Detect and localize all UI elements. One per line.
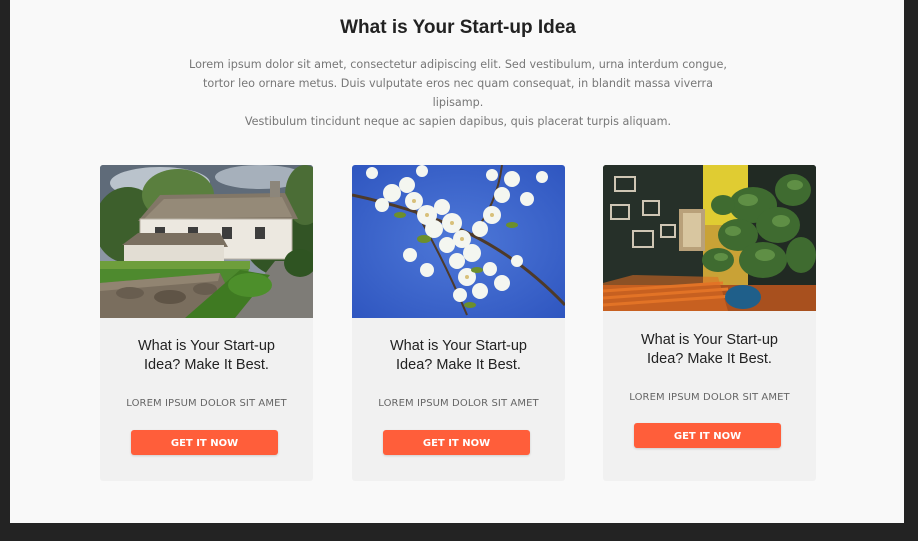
get-it-now-button[interactable]: GET IT NOW <box>131 430 278 455</box>
card-heading-line: Idea? Make It Best. <box>396 357 521 373</box>
intro-line: tortor leo ornare metus. Duis vulputate … <box>202 77 714 109</box>
card-heading: What is Your Start-up Idea? Make It Best… <box>352 337 565 375</box>
card-heading-line: Idea? Make It Best. <box>144 357 269 373</box>
room-plant-photo <box>603 165 816 311</box>
card-heading-line: What is Your Start-up <box>137 338 275 354</box>
card-heading: What is Your Start-up Idea? Make It Best… <box>100 337 313 375</box>
idea-card: What is Your Start-up Idea? Make It Best… <box>352 165 565 481</box>
card-subtitle: LOREM IPSUM DOLOR SIT AMET <box>126 398 287 409</box>
get-it-now-button[interactable]: GET IT NOW <box>634 423 781 448</box>
card-heading-line: Idea? Make It Best. <box>647 351 772 367</box>
section-title: What is Your Start-up Idea <box>340 17 576 38</box>
idea-card: What is Your Start-up Idea? Make It Best… <box>603 165 816 481</box>
stone-cottage-photo <box>100 165 313 318</box>
intro-line: Vestibulum tincidunt neque ac sapien dap… <box>244 115 672 128</box>
get-it-now-button[interactable]: GET IT NOW <box>383 430 530 455</box>
card-heading: What is Your Start-up Idea? Make It Best… <box>603 331 816 369</box>
section-intro: Lorem ipsum dolor sit amet, consectetur … <box>180 55 736 131</box>
white-blossoms-photo <box>352 165 565 318</box>
intro-line: Lorem ipsum dolor sit amet, consectetur … <box>189 58 727 71</box>
card-subtitle: LOREM IPSUM DOLOR SIT AMET <box>378 398 539 409</box>
card-heading-line: What is Your Start-up <box>640 332 778 348</box>
card-heading-line: What is Your Start-up <box>389 338 527 354</box>
idea-card: What is Your Start-up Idea? Make It Best… <box>100 165 313 481</box>
card-subtitle: LOREM IPSUM DOLOR SIT AMET <box>629 392 790 403</box>
